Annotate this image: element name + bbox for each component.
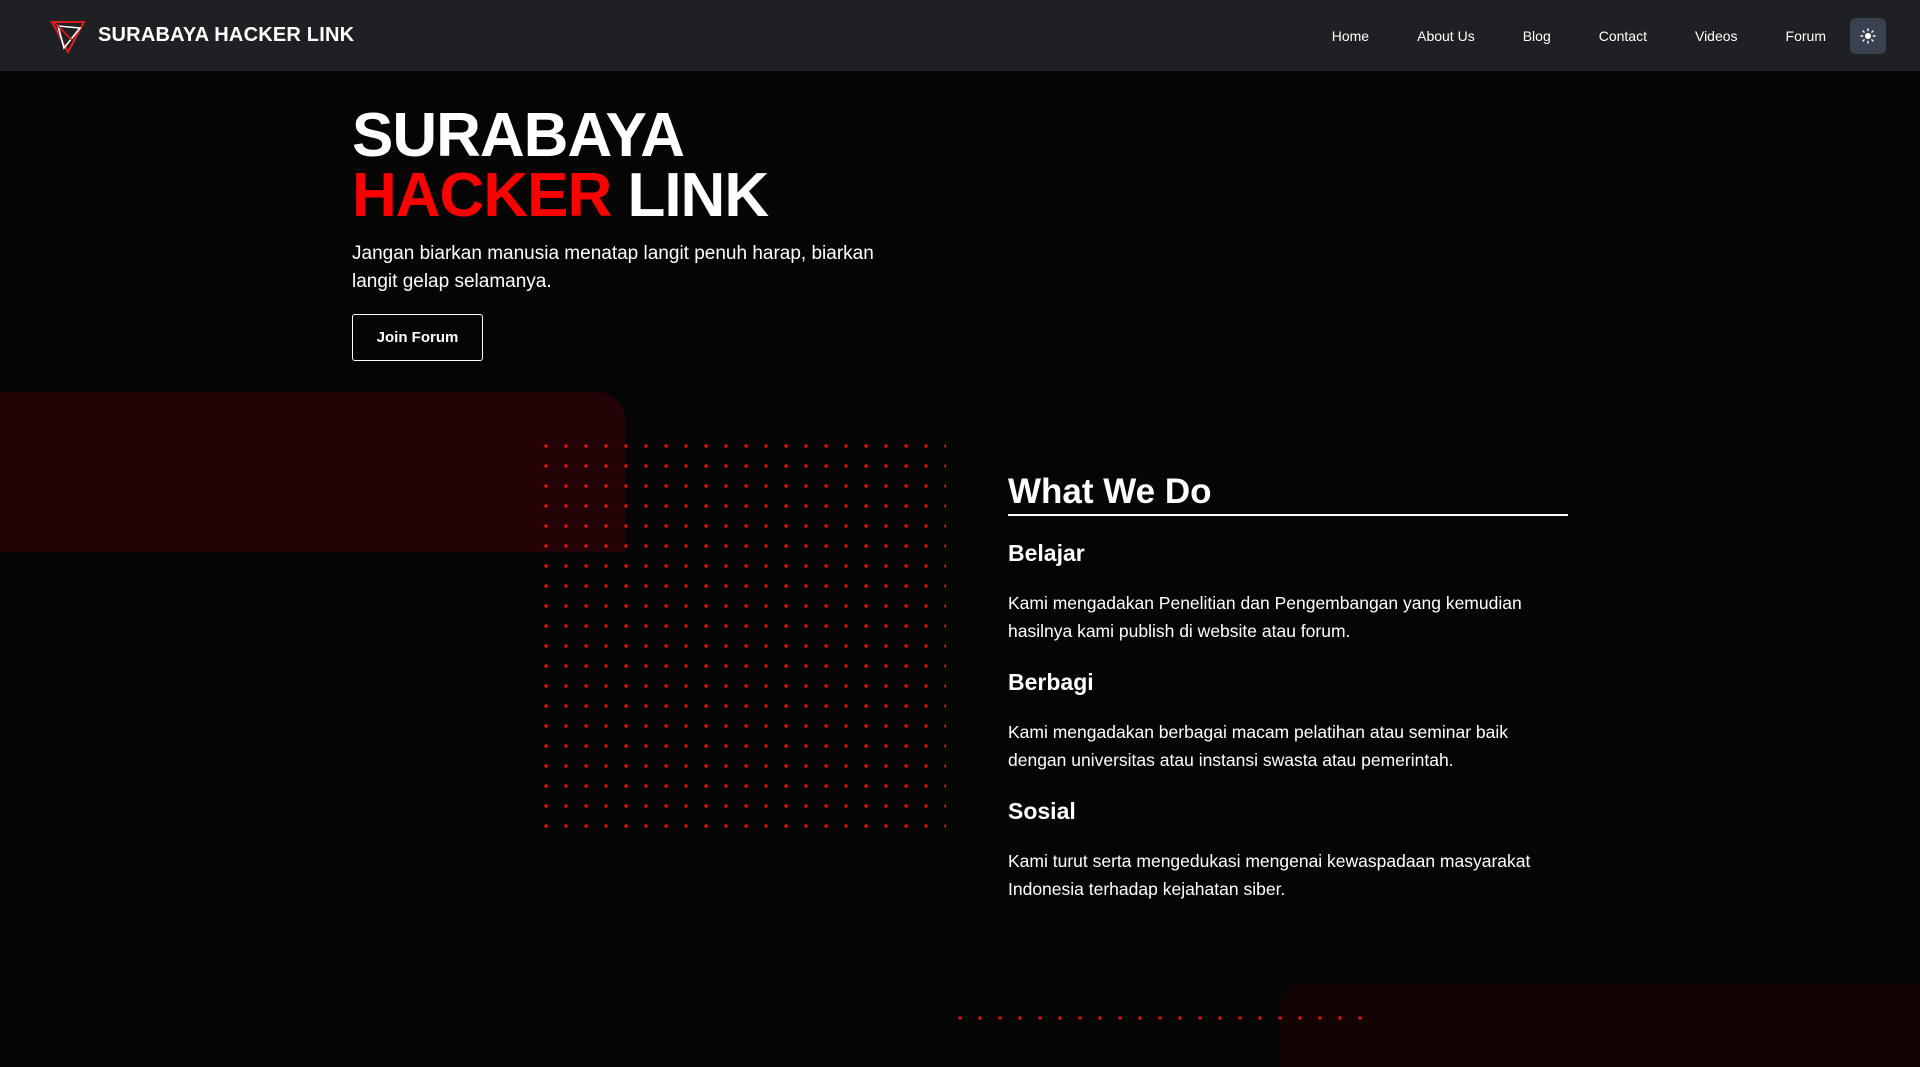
join-forum-button[interactable]: Join Forum [352,314,483,361]
nav-link-videos[interactable]: Videos [1671,28,1762,44]
item-title-sosial: Sosial [1008,798,1076,824]
brand[interactable]: SURABAYA HACKER LINK [50,18,354,54]
triangle-logo-icon [50,20,86,54]
hero-title-white: LINK [611,161,769,230]
brand-name: SURABAYA HACKER LINK [98,24,355,46]
item-description-sosial: Kami turut serta mengedukasi mengenai ke… [1008,851,1531,899]
decorative-red-panel [0,392,625,552]
item-description-berbagi: Kami mengadakan berbagai macam pelatihan… [1008,722,1509,770]
what-we-do-heading: What We Do [1008,470,1568,516]
decorative-dot-row [950,1008,1370,1028]
nav-link-blog[interactable]: Blog [1499,28,1575,44]
decorative-dot-grid [536,436,946,828]
nav-link-about-us[interactable]: About Us [1393,28,1499,44]
decorative-red-panel-bottom [1280,983,1920,1067]
nav-link-contact[interactable]: Contact [1575,28,1671,44]
nav-link-home[interactable]: Home [1308,28,1393,44]
nav-links: Home About Us Blog Contact Videos Forum [1308,17,1886,54]
item-description-belajar: Kami mengadakan Penelitian dan Pengemban… [1008,593,1522,641]
sun-icon [1860,27,1876,44]
hero-title-red: HACKER [352,161,612,230]
hero: SURABAYA HACKER LINK Jangan biarkan manu… [352,105,952,361]
item-title-berbagi: Berbagi [1008,669,1094,695]
what-we-do-section: What We Do Belajar Kami mengadakan Penel… [1008,470,1568,903]
nav-link-forum[interactable]: Forum [1762,28,1850,44]
item-title-belajar: Belajar [1008,540,1085,566]
hero-title-line1: SURABAYA [352,101,685,170]
theme-toggle-button[interactable] [1850,17,1886,54]
hero-title: SURABAYA HACKER LINK [352,105,952,227]
hero-tagline: Jangan biarkan manusia menatap langit pe… [352,243,874,292]
navbar: SURABAYA HACKER LINK Home About Us Blog … [0,0,1920,71]
page: SURABAYA HACKER LINK Home About Us Blog … [0,0,1920,1067]
